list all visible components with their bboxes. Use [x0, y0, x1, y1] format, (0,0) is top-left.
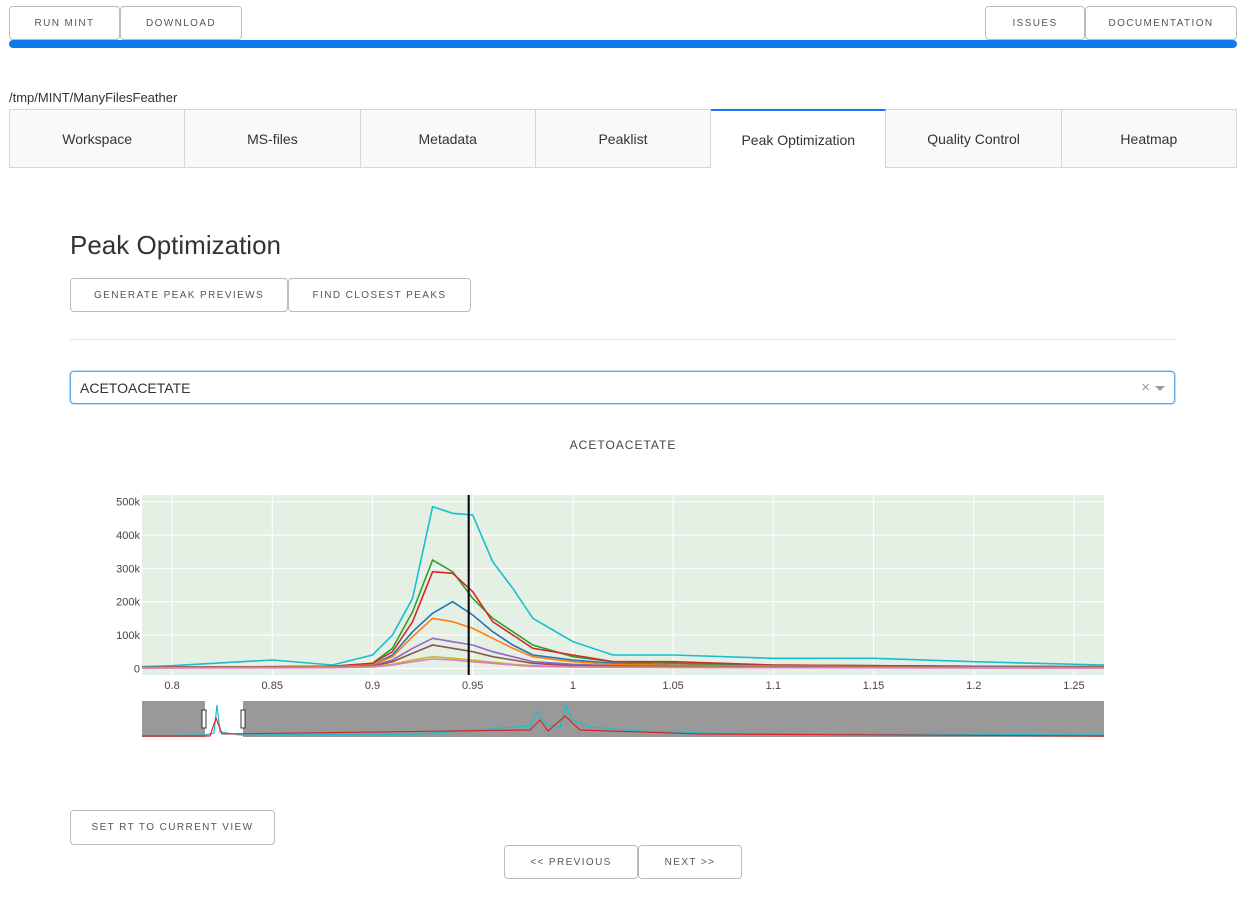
chevron-down-icon[interactable] [1155, 386, 1165, 391]
peak-chart[interactable]: ACETOACETATE 0.8 0.85 0.9 0.95 1 1.05 1.1 1.15 1.… [0, 420, 1254, 750]
tab-workspace[interactable]: Workspace [9, 109, 186, 168]
tab-peak-optimization[interactable]: Peak Optimization [711, 109, 887, 168]
run-mint-button[interactable]: RUN MINT [9, 6, 120, 40]
download-button[interactable]: DOWNLOAD [120, 6, 242, 40]
issues-button[interactable]: ISSUES [985, 6, 1085, 40]
plot-area [142, 495, 1104, 675]
y-tick-label: 300k [116, 563, 140, 575]
y-tick-label: 500k [116, 497, 140, 509]
generate-peak-previews-button[interactable]: GENERATE PEAK PREVIEWS [70, 278, 288, 312]
documentation-button[interactable]: DOCUMENTATION [1085, 6, 1237, 40]
x-tick-label: 0.9 [365, 680, 380, 692]
x-tick-label: 1.15 [863, 680, 884, 692]
x-tick-label: 0.85 [262, 680, 283, 692]
tab-bar: Workspace MS-files Metadata Peaklist Pea… [9, 109, 1237, 168]
tab-metadata[interactable]: Metadata [360, 109, 536, 168]
x-tick-label: 1.05 [662, 680, 683, 692]
close-icon[interactable]: × [1141, 379, 1150, 396]
rangeslider-handle-left [201, 709, 207, 729]
next-button[interactable]: NEXT >> [638, 845, 742, 879]
y-tick-label: 400k [116, 530, 140, 542]
x-tick-label: 1.2 [966, 680, 981, 692]
tab-ms-files[interactable]: MS-files [185, 109, 361, 168]
chart-title: ACETOACETATE [570, 438, 677, 452]
divider [70, 339, 1176, 340]
y-tick-label: 0 [134, 663, 140, 675]
x-tick-label: 1.25 [1063, 680, 1084, 692]
set-rt-button[interactable]: SET RT TO CURRENT VIEW [70, 810, 275, 845]
tab-peaklist[interactable]: Peaklist [535, 109, 712, 168]
x-tick-label: 1.1 [766, 680, 781, 692]
page-title: Peak Optimization [70, 230, 281, 260]
progress-bar [9, 40, 1237, 48]
target-select-value: ACETOACETATE [80, 380, 191, 396]
rangeslider-handle-right [240, 709, 246, 729]
y-tick-label: 100k [116, 630, 140, 642]
tab-quality-control[interactable]: Quality Control [886, 109, 1062, 168]
target-select[interactable]: ACETOACETATE × [70, 371, 1175, 404]
y-tick-label: 200k [116, 597, 140, 609]
previous-button[interactable]: << PREVIOUS [504, 845, 638, 879]
find-closest-peaks-button[interactable]: FIND CLOSEST PEAKS [288, 278, 471, 312]
x-tick-label: 0.8 [164, 680, 179, 692]
tab-heatmap[interactable]: Heatmap [1061, 109, 1237, 168]
workspace-path: /tmp/MINT/ManyFilesFeather [9, 90, 178, 105]
x-tick-label: 1 [570, 680, 576, 692]
rangeslider-window [205, 701, 243, 737]
x-tick-label: 0.95 [462, 680, 483, 692]
